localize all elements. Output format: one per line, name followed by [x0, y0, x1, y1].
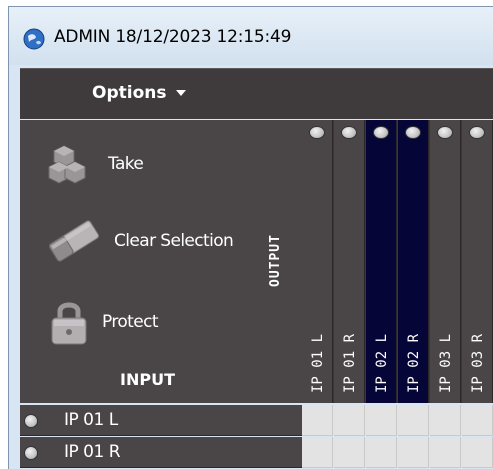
status-led-icon — [309, 126, 325, 139]
window-title: ADMIN 18/12/2023 12:15:49 — [54, 27, 292, 47]
output-column-label: IP 02 R — [406, 333, 422, 393]
padlock-icon — [51, 302, 87, 345]
title-bar: ADMIN 18/12/2023 12:15:49 — [9, 7, 493, 65]
cubes-icon — [48, 145, 86, 184]
options-bar: Options — [20, 68, 493, 119]
crosspoint-cell[interactable] — [398, 437, 429, 468]
input-row-header[interactable]: IP 01 R — [20, 437, 302, 468]
status-led-icon — [437, 126, 453, 139]
crosspoint-cell[interactable] — [302, 405, 333, 436]
status-led-icon — [341, 126, 357, 139]
clear-selection-button[interactable]: Clear Selection — [44, 218, 234, 264]
output-column-label: IP 02 L — [374, 333, 390, 393]
status-led-icon — [405, 126, 421, 139]
input-row: IP 01 R — [20, 437, 493, 468]
crosspoint-cell[interactable] — [302, 437, 333, 468]
status-led-icon — [24, 414, 38, 428]
crosspoint-cell[interactable] — [398, 405, 429, 436]
output-column[interactable]: IP 02 L — [366, 120, 397, 403]
status-led-icon — [24, 446, 38, 460]
crosspoint-cell[interactable] — [462, 405, 493, 436]
crosspoint-cell[interactable] — [430, 405, 461, 436]
crosspoint-cell[interactable] — [334, 437, 365, 468]
output-column[interactable]: IP 03 R — [462, 120, 493, 403]
input-row-label: IP 01 L — [64, 410, 118, 430]
output-column-label: IP 01 L — [310, 333, 326, 393]
crosspoint-cell[interactable] — [366, 437, 397, 468]
output-column[interactable]: IP 02 R — [398, 120, 429, 403]
status-led-icon — [469, 126, 485, 139]
take-label: Take — [108, 154, 144, 174]
action-panel: Take Clear Selection Protect OUTPUT INPU… — [20, 120, 302, 403]
options-menu-button[interactable]: Options — [92, 83, 187, 105]
input-axis-label: INPUT — [120, 370, 175, 389]
output-axis-label: OUTPUT — [268, 234, 283, 288]
output-column[interactable]: IP 01 R — [334, 120, 365, 403]
protect-label: Protect — [102, 312, 159, 332]
globe-icon — [23, 28, 45, 50]
crosspoint-cell[interactable] — [462, 437, 493, 468]
output-columns: IP 01 L IP 01 R IP 02 L IP 02 R IP 03 L IP 03… — [302, 120, 493, 403]
status-led-icon — [373, 126, 389, 139]
options-menu-label: Options — [92, 83, 167, 103]
output-column-label: IP 03 L — [438, 333, 454, 393]
crosspoint-cell[interactable] — [366, 405, 397, 436]
output-column-label: IP 03 R — [470, 333, 486, 393]
eraser-icon — [48, 220, 100, 262]
take-button[interactable]: Take — [44, 142, 144, 186]
output-column-label: IP 01 R — [342, 333, 358, 393]
input-row: IP 01 L — [20, 405, 493, 436]
input-row-header[interactable]: IP 01 L — [20, 405, 302, 436]
crosspoint-cell[interactable] — [334, 405, 365, 436]
clear-selection-label: Clear Selection — [114, 231, 234, 251]
input-row-label: IP 01 R — [64, 442, 121, 462]
output-column[interactable]: IP 03 L — [430, 120, 461, 403]
output-column[interactable]: IP 01 L — [302, 120, 333, 403]
chevron-down-icon — [176, 90, 187, 96]
protect-button[interactable]: Protect — [44, 297, 159, 347]
crosspoint-cell[interactable] — [430, 437, 461, 468]
